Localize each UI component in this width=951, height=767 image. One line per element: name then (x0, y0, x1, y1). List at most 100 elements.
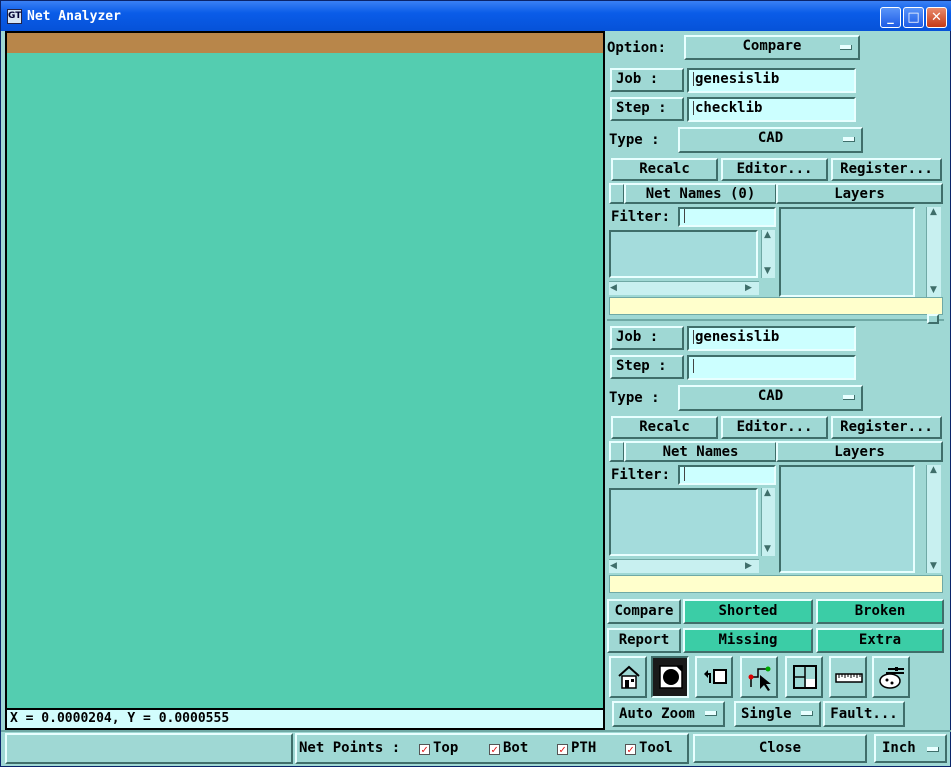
top-layers-vscroll[interactable]: ▲ ▼ (926, 207, 941, 297)
bottom-layers-list[interactable] (779, 465, 915, 573)
tool-checkbox[interactable]: ✓ Tool (625, 740, 673, 756)
option-label: Option: (607, 40, 667, 56)
bottom-step-field[interactable] (687, 355, 856, 380)
missing-button[interactable]: Missing (683, 628, 813, 653)
net-points-group: Net Points : ✓ Top ✓ Bot ✓ PTH ✓ Tool (295, 733, 689, 764)
canvas-header-strip (5, 31, 605, 55)
scroll-left-icon[interactable]: ◀ (610, 561, 617, 571)
bottom-net-names-sort-handle[interactable] (609, 441, 625, 462)
scroll-right-icon[interactable]: ▶ (745, 561, 752, 571)
extra-button[interactable]: Extra (816, 628, 944, 653)
undo-view-icon[interactable] (695, 656, 733, 698)
top-net-names-header[interactable]: Net Names (0) (624, 183, 777, 204)
close-button[interactable]: Close (693, 734, 867, 763)
bottom-job-value: genesislib (695, 329, 780, 345)
bottom-filter-label: Filter: (611, 467, 671, 483)
top-type-dropdown[interactable]: CAD (678, 127, 863, 153)
top-net-names-hscroll[interactable]: ◀ ▶ (609, 281, 759, 295)
bottom-step-label: Step : (610, 355, 684, 379)
report-button[interactable]: Report (607, 628, 681, 653)
top-net-names-vscroll[interactable]: ▲ ▼ (761, 230, 775, 278)
top-step-field[interactable]: checklib (687, 97, 856, 122)
scroll-down-icon[interactable]: ▼ (764, 544, 771, 554)
top-job-field[interactable]: genesislib (687, 68, 856, 93)
home-icon[interactable] (609, 656, 647, 698)
zoom-fit-icon[interactable] (651, 656, 689, 698)
dropdown-arrow-icon (927, 747, 939, 752)
close-window-button[interactable]: ✕ (926, 7, 947, 28)
bottom-job-label: Job : (610, 326, 684, 350)
bottom-editor-button[interactable]: Editor... (721, 416, 828, 439)
bot-checkbox[interactable]: ✓ Bot (489, 740, 528, 756)
section-divider (607, 319, 944, 321)
compare-button[interactable]: Compare (607, 599, 681, 624)
top-editor-button[interactable]: Editor... (721, 158, 828, 181)
top-checkbox[interactable]: ✓ Top (419, 740, 458, 756)
scroll-up-icon[interactable]: ▲ (930, 465, 937, 475)
bottom-type-dropdown[interactable]: CAD (678, 385, 863, 411)
palette-settings-icon[interactable] (872, 656, 910, 698)
text-caret (693, 359, 694, 373)
bottom-net-names-header[interactable]: Net Names (624, 441, 777, 462)
single-dropdown[interactable]: Single (734, 701, 821, 727)
maximize-button[interactable]: □ (903, 7, 924, 28)
dropdown-arrow-icon (705, 711, 717, 716)
top-status-field (609, 297, 943, 315)
bottom-net-names-hscroll[interactable]: ◀ ▶ (609, 559, 759, 573)
scroll-up-icon[interactable]: ▲ (764, 230, 771, 240)
app-icon[interactable]: GT (7, 9, 22, 24)
checkmark-icon: ✓ (557, 744, 568, 755)
fault-button[interactable]: Fault... (823, 701, 905, 727)
top-filter-label: Filter: (611, 209, 671, 225)
scroll-up-icon[interactable]: ▲ (930, 207, 937, 217)
bottom-layers-vscroll[interactable]: ▲ ▼ (926, 465, 941, 573)
pth-checkbox[interactable]: ✓ PTH (557, 740, 596, 756)
graphics-canvas[interactable] (5, 53, 605, 710)
coordinate-readout: X = 0.0000204, Y = 0.0000555 (5, 708, 605, 730)
top-recalc-button[interactable]: Recalc (611, 158, 718, 181)
top-filter-input[interactable] (678, 207, 776, 227)
top-net-names-sort-handle[interactable] (609, 183, 625, 204)
single-label: Single (741, 706, 792, 722)
net-analyzer-window: GT Net Analyzer _ □ ✕ X = 0.0000204, Y =… (0, 0, 951, 767)
bottom-layers-header[interactable]: Layers (776, 441, 943, 462)
top-type-value: CAD (757, 130, 784, 146)
text-caret (684, 467, 685, 481)
title-bar[interactable]: GT Net Analyzer _ □ ✕ (1, 1, 951, 31)
bottom-type-value: CAD (757, 388, 784, 404)
bottom-register-button[interactable]: Register... (831, 416, 942, 439)
bottom-filter-input[interactable] (678, 465, 776, 485)
tool-checkbox-label: Tool (639, 740, 673, 756)
window-xy-icon[interactable] (785, 656, 823, 698)
minimize-button[interactable]: _ (880, 7, 901, 28)
top-checkbox-label: Top (433, 740, 459, 756)
bottom-recalc-button[interactable]: Recalc (611, 416, 718, 439)
top-net-names-list[interactable] (609, 230, 758, 278)
scroll-down-icon[interactable]: ▼ (930, 561, 937, 571)
ruler-icon[interactable] (829, 656, 867, 698)
scroll-down-icon[interactable]: ▼ (764, 266, 771, 276)
top-layers-list[interactable] (779, 207, 915, 297)
auto-zoom-label: Auto Zoom (619, 706, 695, 722)
scroll-down-icon[interactable]: ▼ (930, 285, 937, 295)
bot-checkbox-label: Bot (503, 740, 529, 756)
text-caret (684, 209, 685, 223)
window-title: Net Analyzer (27, 9, 121, 24)
scroll-left-icon[interactable]: ◀ (610, 283, 617, 293)
bottom-status-field (609, 575, 943, 593)
broken-button[interactable]: Broken (816, 599, 944, 624)
shorted-button[interactable]: Shorted (683, 599, 813, 624)
bottom-net-names-vscroll[interactable]: ▲ ▼ (761, 488, 775, 556)
bottom-job-field[interactable]: genesislib (687, 326, 856, 351)
scroll-right-icon[interactable]: ▶ (745, 283, 752, 293)
pane-splitter-handle[interactable] (927, 314, 939, 324)
auto-zoom-dropdown[interactable]: Auto Zoom (612, 701, 725, 727)
scroll-up-icon[interactable]: ▲ (764, 488, 771, 498)
bottom-net-names-list[interactable] (609, 488, 758, 556)
dropdown-arrow-icon (843, 137, 855, 142)
units-dropdown[interactable]: Inch (874, 734, 947, 763)
top-register-button[interactable]: Register... (831, 158, 942, 181)
option-dropdown[interactable]: Compare (684, 35, 860, 60)
select-pointer-icon[interactable] (740, 656, 778, 698)
top-layers-header[interactable]: Layers (776, 183, 943, 204)
